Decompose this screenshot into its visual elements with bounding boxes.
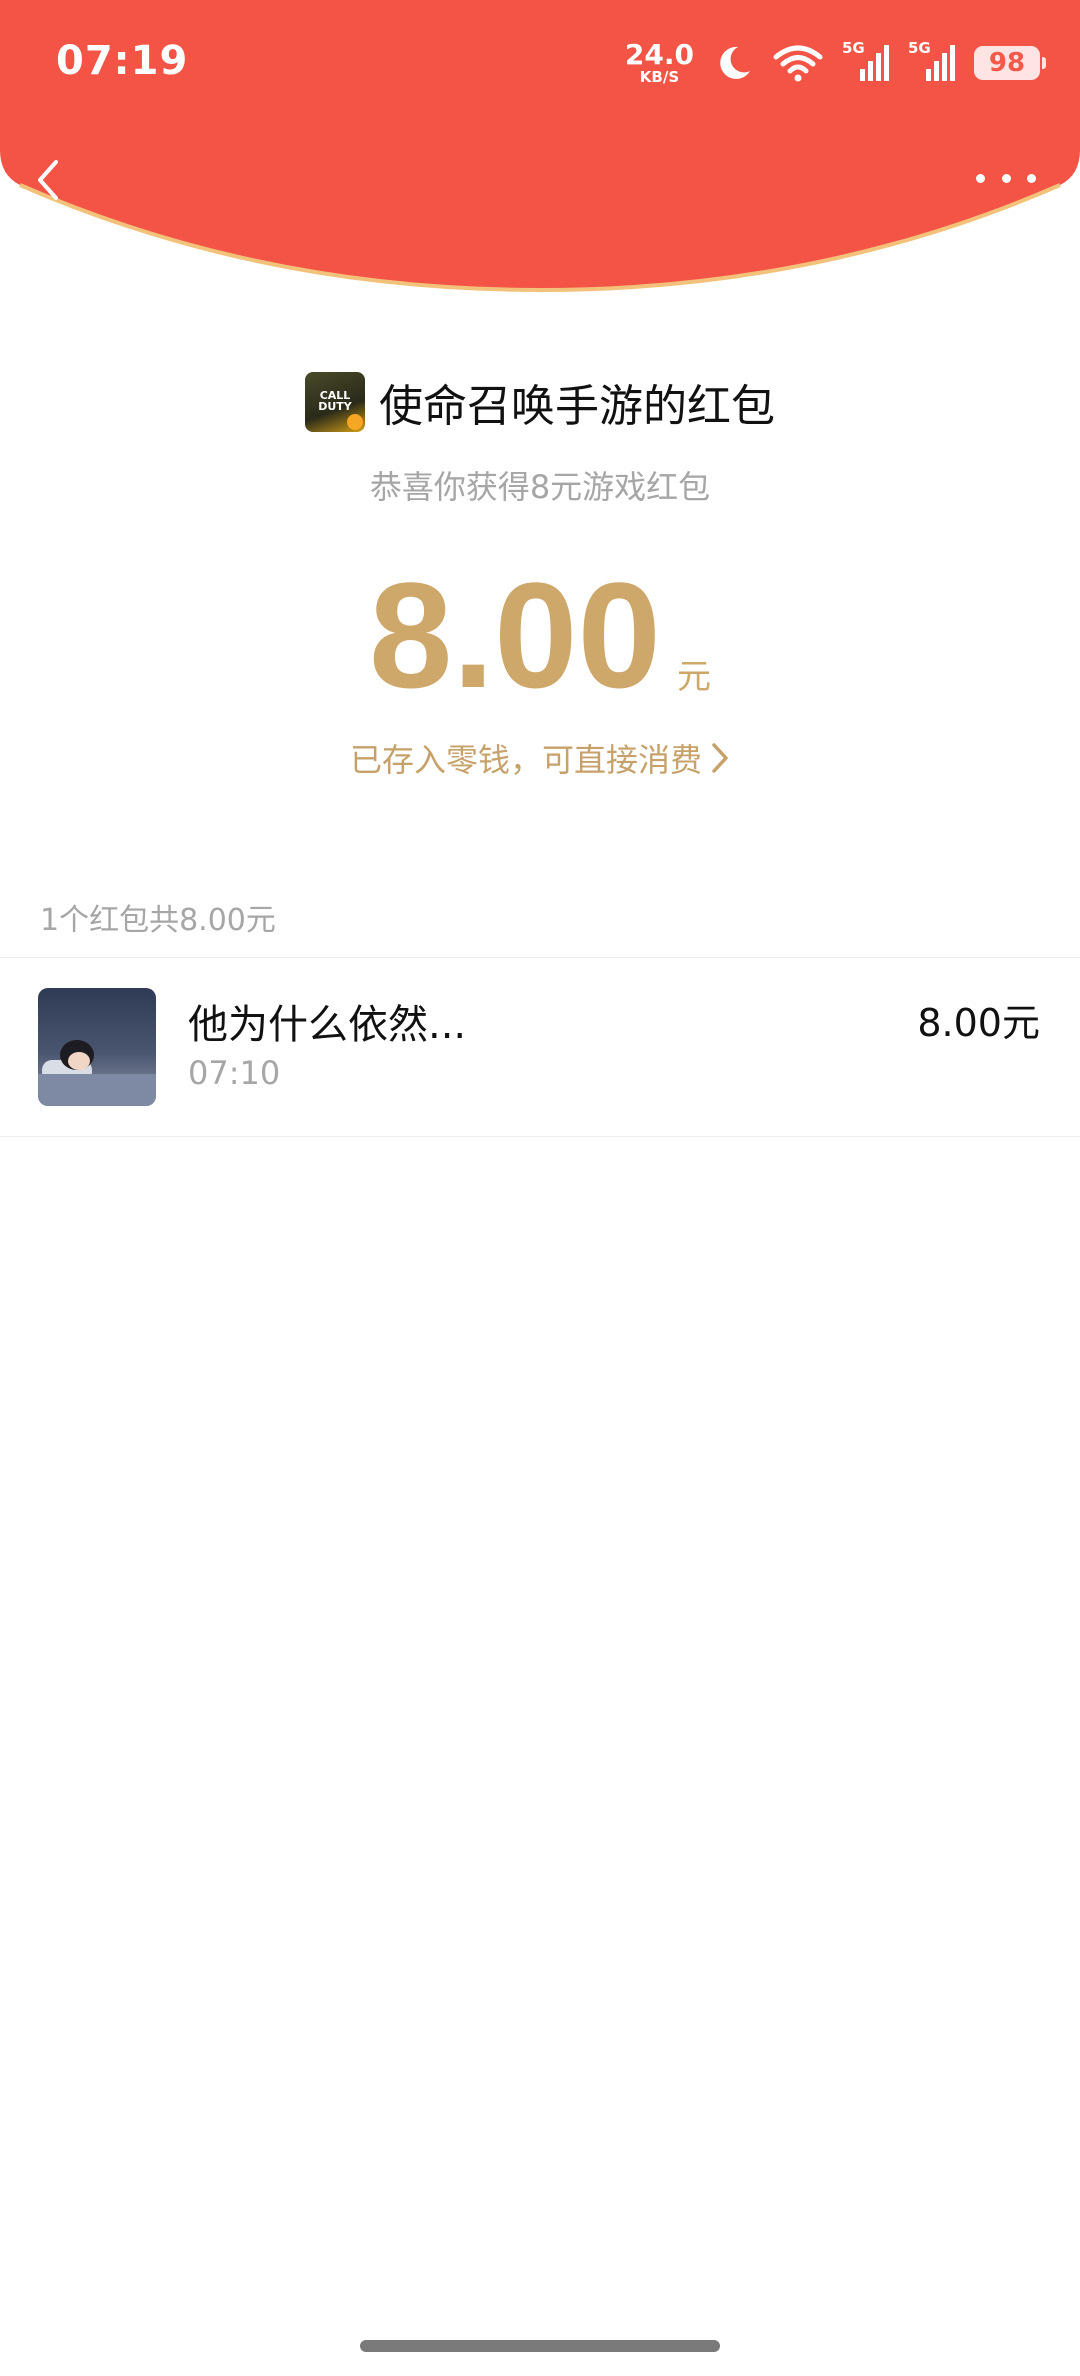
congrats-subtitle: 恭喜你获得8元游戏红包	[369, 468, 711, 506]
more-dot	[1027, 173, 1036, 183]
moon-icon	[720, 46, 750, 79]
status-time: 07:19	[56, 38, 189, 84]
sender-title: 使命召唤手游的红包	[379, 381, 775, 432]
game-app-icon[interactable]: CALL DUTY	[305, 372, 365, 432]
home-indicator[interactable]	[360, 2340, 720, 2352]
amount-display: 8.00 元	[0, 560, 1080, 710]
receive-time: 07:10	[188, 1054, 281, 1092]
network-speed-unit: KB/S	[639, 68, 680, 86]
battery-indicator: 98	[974, 46, 1046, 80]
signal-5g-icon: 5G	[908, 39, 956, 83]
amount-value: 8.00	[369, 551, 661, 719]
status-icons: 24.0 KB/S 5G 5G 98	[625, 36, 1046, 90]
receive-amount: 8.00元	[917, 1001, 1040, 1045]
receiver-name: 他为什么依然...	[188, 1002, 467, 1048]
wifi-icon	[773, 45, 823, 82]
red-packet-detail-page: 07:19 24.0 KB/S 5G 5G 98 CALL DUTY 使命召唤手…	[0, 0, 1080, 2376]
divider	[0, 1136, 1080, 1137]
battery-level: 98	[988, 48, 1026, 78]
avatar[interactable]	[38, 988, 156, 1106]
stored-to-balance-link[interactable]: 已存入零钱，可直接消费	[0, 735, 1080, 781]
game-icon-text: CALL DUTY	[318, 389, 352, 413]
status-bar: 07:19 24.0 KB/S 5G 5G 98	[0, 0, 1080, 130]
avatar-art	[38, 1074, 156, 1106]
stored-text: 已存入零钱，可直接消费	[349, 741, 702, 779]
more-dot	[1001, 173, 1011, 183]
network-speed-value: 24.0	[624, 38, 694, 71]
network-speed: 24.0 KB/S	[625, 41, 694, 85]
more-dots-icon[interactable]	[976, 168, 1036, 188]
chevron-left-icon[interactable]	[28, 150, 68, 210]
list-item[interactable]: 他为什么依然... 07:10 8.00元	[0, 958, 1080, 1136]
amount-unit: 元	[676, 657, 711, 697]
avatar-art	[68, 1052, 90, 1070]
packet-summary: 1个红包共8.00元	[40, 903, 276, 938]
chevron-right-icon	[712, 743, 728, 773]
more-dot	[976, 173, 985, 183]
game-badge	[347, 414, 363, 430]
sender-header: CALL DUTY 使命召唤手游的红包	[0, 370, 1080, 434]
signal-5g-icon: 5G	[842, 39, 890, 83]
